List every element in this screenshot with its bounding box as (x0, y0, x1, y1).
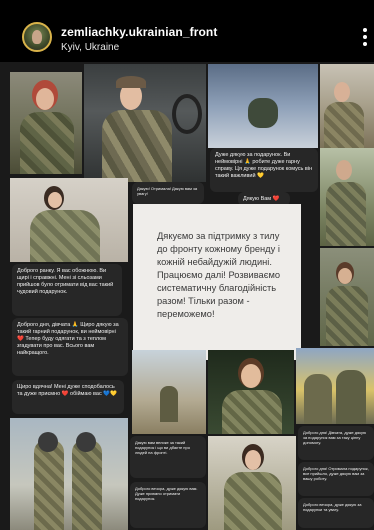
message-text: Дякую! Отримала! Дякую вам за увагу! (137, 186, 198, 196)
message-text: Доброго дня! Дівчата, дуже дякую за пода… (303, 430, 367, 445)
post-image[interactable]: Дуже дякую за подарунок. Ви неймовірні 🙏… (0, 62, 374, 530)
photo-soldier-woman-car (84, 64, 206, 182)
message-bubble: Доброго вечора, дуже дякую вам. Дуже при… (130, 482, 206, 528)
photo-woman-uniform (208, 436, 296, 530)
message-bubble: Доброго дня, дівчата 🙏 Щиро дякую за так… (12, 318, 128, 376)
message-text: Щиро вдячна! Мені дуже сподобалось та ду… (17, 384, 117, 397)
profile-avatar[interactable] (22, 22, 52, 52)
message-text: Дякую вам велике за такий подарунок і що… (135, 440, 190, 455)
message-text: Дуже дякую за подарунок. Ви неймовірні 🙏… (215, 152, 313, 179)
message-text: Доброго ранку. Я вас обожнюю. Ви щирі і … (17, 268, 114, 295)
photo-soldier-woman-field (320, 64, 374, 148)
message-bubble: Доброго дня! Дівчата, дуже дякую за пода… (298, 426, 374, 460)
message-bubble: Дякую! Отримала! Дякую вам за увагу! (132, 182, 204, 204)
message-text: Доброго дня! Отримала подарунок, все при… (303, 466, 369, 481)
username[interactable]: zemliachky.ukrainian_front (61, 25, 217, 39)
thank-you-card: Дякуємо за підтримку з тилу до фронту ко… (133, 204, 301, 360)
photo-soldier-right-1 (320, 148, 374, 246)
message-bubble: Дякую вам велике за такий подарунок і що… (130, 436, 206, 478)
photo-soldier-woman-1 (10, 72, 82, 174)
more-options-icon[interactable] (362, 28, 368, 50)
message-text: Доброго дня, дівчата 🙏 Щиро дякую за так… (17, 322, 119, 356)
message-bubble: Доброго ранку. Я вас обожнюю. Ви щирі і … (12, 264, 122, 316)
message-bubble: Щиро вдячна! Мені дуже сподобалось та ду… (12, 380, 124, 414)
photo-woman-sitting (10, 178, 128, 262)
message-text: Доброго вечора, дуже дякую вам. Дуже при… (135, 486, 198, 501)
photo-soldiers-flag (296, 348, 374, 424)
message-text: Дякую Вам ❤️ (243, 196, 280, 202)
photo-soldier-in-snow (208, 64, 318, 148)
message-text: Доброго вечора, дуже дякую за подарунки … (303, 502, 362, 512)
thank-you-message: Дякуємо за підтримку з тилу до фронту ко… (157, 231, 281, 319)
message-bubble: Доброго вечора, дуже дякую за подарунки … (298, 498, 374, 528)
message-bubble: Дуже дякую за подарунок. Ви неймовірні 🙏… (210, 148, 318, 192)
photo-soldier-right-2 (320, 248, 374, 346)
photo-soldiers-standing (10, 418, 128, 530)
post-header: zemliachky.ukrainian_front Kyiv, Ukraine (0, 0, 374, 62)
message-bubble: Доброго дня! Отримала подарунок, все при… (298, 462, 374, 496)
photo-soldier-kneeling (132, 350, 206, 434)
location[interactable]: Kyiv, Ukraine (61, 42, 119, 53)
photo-woman-smiling (208, 350, 294, 434)
